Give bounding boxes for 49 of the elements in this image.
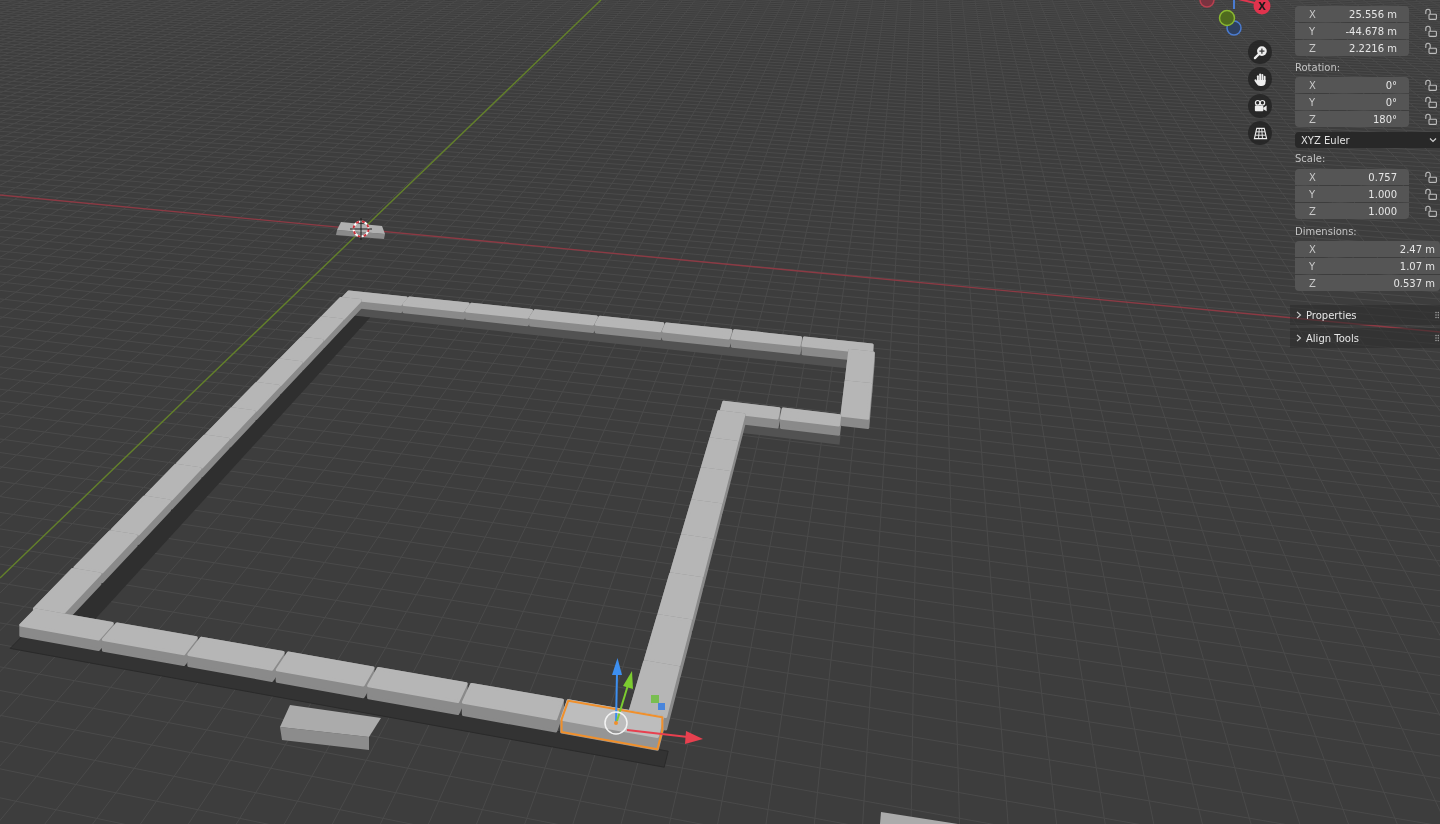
gizmo-ring[interactable] (604, 711, 628, 735)
open-padlock-icon[interactable] (1425, 96, 1437, 108)
section-label: Rotation: (1295, 62, 1341, 74)
number-field[interactable]: Y -44.678 m (1295, 23, 1409, 39)
x-axis-arrow[interactable] (626, 729, 703, 744)
open-padlock-icon[interactable] (1425, 188, 1437, 200)
open-padlock-icon[interactable] (1425, 42, 1437, 54)
number-field[interactable]: X 2.47 m (1295, 241, 1440, 257)
number-field[interactable]: Z 1.000 (1295, 203, 1409, 219)
open-padlock-icon[interactable] (1425, 25, 1437, 37)
chevron-down-icon (1429, 136, 1437, 144)
open-padlock-icon[interactable] (1425, 113, 1437, 125)
axis-handle[interactable] (1199, 0, 1215, 8)
number-field[interactable]: Z 0.537 m (1295, 275, 1440, 291)
open-padlock-icon[interactable] (1425, 8, 1437, 20)
number-field[interactable]: Z 2.2216 m (1295, 40, 1409, 56)
z-axis-arrow[interactable] (612, 658, 622, 724)
axis-handle[interactable] (1218, 9, 1236, 27)
origin-dot-icon (614, 721, 618, 725)
number-field[interactable]: Z 180° (1295, 111, 1409, 127)
number-field[interactable]: X 0.757 (1295, 169, 1409, 185)
hand-icon (1252, 71, 1268, 87)
section-label: Scale: (1295, 153, 1326, 165)
stone-block (402, 296, 470, 320)
y-axis-arrow[interactable] (616, 671, 633, 722)
grid-icon (1252, 125, 1268, 141)
number-field[interactable]: Y 0° (1295, 94, 1409, 110)
panel-header[interactable]: Properties (1290, 305, 1440, 325)
3d-cursor-icon (349, 217, 373, 241)
zoom-in-icon (1252, 44, 1268, 60)
open-padlock-icon[interactable] (1425, 79, 1437, 91)
x-axis-handle[interactable]: X (1253, 0, 1271, 15)
panel-header[interactable]: Align Tools (1290, 328, 1440, 348)
movie-camera-icon (1252, 98, 1268, 114)
section-label: Dimensions: (1295, 226, 1357, 238)
open-padlock-icon[interactable] (1425, 205, 1437, 217)
stone-block (529, 309, 598, 334)
stone-block (465, 302, 533, 327)
grip-icon[interactable] (1435, 334, 1439, 342)
grip-icon[interactable] (1435, 311, 1439, 319)
number-field[interactable]: X 0° (1295, 77, 1409, 93)
number-field[interactable]: Y 1.07 m (1295, 258, 1440, 274)
stone-block (662, 322, 733, 348)
rotation-mode-dropdown[interactable]: XYZ Euler (1295, 132, 1440, 148)
number-field[interactable]: Y 1.000 (1295, 186, 1409, 202)
stone-block (594, 315, 665, 341)
open-padlock-icon[interactable] (1425, 171, 1437, 183)
box-object (336, 222, 385, 239)
number-field[interactable]: X 25.556 m (1295, 6, 1409, 22)
